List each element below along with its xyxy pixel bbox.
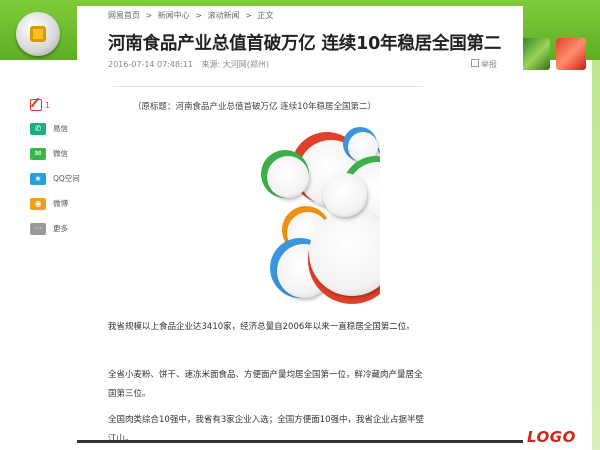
weibo-icon: ◉ — [30, 197, 46, 210]
app-logo-icon[interactable] — [16, 12, 60, 56]
yixin-icon: ✆ — [30, 122, 46, 135]
report-label: 举报 — [481, 60, 497, 69]
pepper-image — [556, 38, 586, 70]
article-source[interactable]: 来源: 大河网(郑州) — [202, 60, 269, 69]
wechat-icon: ✉ — [30, 147, 46, 160]
edit-icon — [30, 99, 42, 111]
cucumber-image — [520, 38, 550, 70]
breadcrumb: 网易首页 > 新闻中心 > 滚动新闻 > 正文 — [108, 10, 276, 21]
share-yixin[interactable]: ✆ 易信 — [30, 116, 86, 141]
share-wechat[interactable]: ✉ 微信 — [30, 141, 86, 166]
article-paragraph: 全国肉类综合10强中，我省有3家企业入选；全国方便面10强中，我省企业占据半壁江… — [108, 415, 425, 444]
breadcrumb-sep: > — [145, 11, 153, 20]
share-label: 微信 — [53, 149, 68, 158]
share-weibo[interactable]: ◉ 微博 — [30, 191, 86, 216]
share-label: 易信 — [53, 124, 68, 133]
share-label: QQ空间 — [53, 174, 80, 183]
green-frame-right — [592, 60, 600, 450]
article-subtitle: （原标题：河南食品产业总值首破万亿 连续10年稳居全国第二） — [133, 102, 377, 112]
corner-logo: LOGO — [527, 428, 576, 446]
share-label: 微博 — [53, 199, 68, 208]
breadcrumb-sep: > — [245, 11, 252, 20]
flag-icon — [471, 59, 479, 67]
breadcrumb-sep: > — [195, 11, 203, 20]
breadcrumb-home[interactable]: 网易首页 — [108, 11, 140, 20]
report-link[interactable]: 举报 — [471, 59, 497, 70]
article-meta: 2016-07-14 07:48:11 来源: 大河网(郑州) — [108, 59, 275, 70]
logo-core-icon — [30, 26, 46, 42]
share-bar: 1 ✆ 易信 ✉ 微信 ★ QQ空间 ◉ 微博 ··· 更多 — [30, 94, 86, 241]
article-title: 河南食品产业总值首破万亿 连续10年稳居全国第二 — [108, 34, 502, 54]
ring-white-center — [323, 173, 367, 217]
share-qzone[interactable]: ★ QQ空间 — [30, 166, 86, 191]
divider — [113, 86, 423, 87]
comment-count: 1 — [45, 100, 51, 110]
more-icon: ··· — [30, 222, 46, 235]
ring-green-left — [261, 150, 309, 198]
share-label: 更多 — [53, 224, 68, 233]
share-more[interactable]: ··· 更多 — [30, 216, 86, 241]
page-bottom-bar — [77, 440, 523, 443]
article-paragraph: 全省小麦粉、饼干、速冻米面食品、方便面产量均居全国第一位，鲜冷藏肉产量居全国第三… — [108, 370, 423, 399]
breadcrumb-news-center[interactable]: 新闻中心 — [158, 11, 190, 20]
circles-illustration — [261, 127, 380, 304]
comment-button[interactable]: 1 — [30, 94, 86, 116]
breadcrumb-rolling-news[interactable]: 滚动新闻 — [208, 11, 240, 20]
qzone-icon: ★ — [30, 172, 46, 185]
publish-time: 2016-07-14 07:48:11 — [108, 60, 193, 69]
article-paragraph: 我省规模以上食品企业达3410家，经济总量自2006年以来一直稳居全国第二位。 — [108, 322, 415, 332]
breadcrumb-current: 正文 — [257, 11, 274, 20]
